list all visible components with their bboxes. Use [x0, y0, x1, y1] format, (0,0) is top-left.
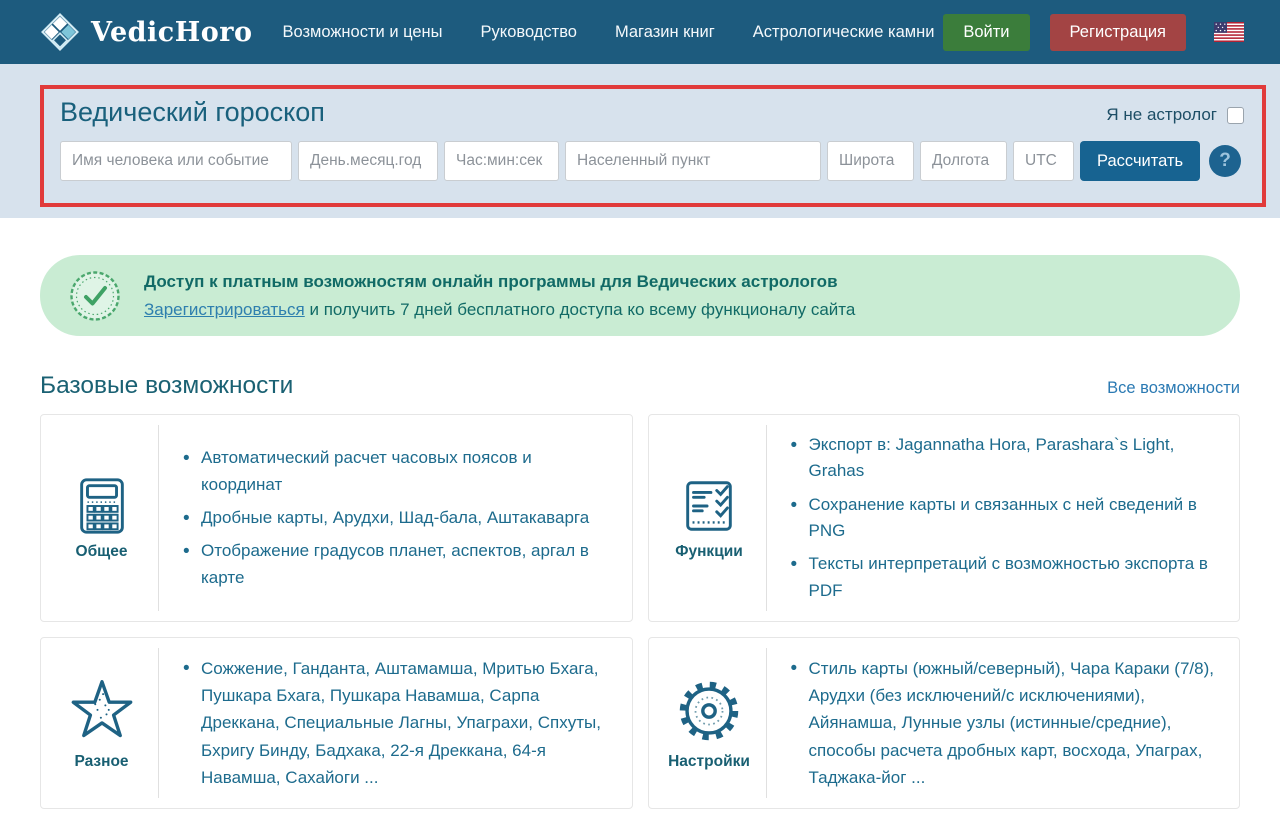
- red-highlight-annotation: Ведический гороскоп Я не астролог Рассчи…: [40, 85, 1266, 207]
- card-general-label: Общее: [76, 543, 128, 561]
- page-title: Ведический гороскоп: [60, 97, 1246, 128]
- feature-item: Отображение градусов планет, аспектов, а…: [181, 538, 614, 591]
- not-astrologer-row: Я не астролог: [1106, 105, 1244, 125]
- register-button[interactable]: Регистрация: [1050, 14, 1186, 51]
- not-astrologer-label: Я не астролог: [1106, 105, 1217, 125]
- nav-astro-stones[interactable]: Астрологические камни: [753, 23, 935, 42]
- not-astrologer-checkbox[interactable]: [1227, 107, 1244, 124]
- utc-input[interactable]: [1013, 141, 1074, 181]
- horoscope-form: Рассчитать ?: [60, 141, 1246, 181]
- verified-badge-icon: [68, 269, 122, 323]
- longitude-input[interactable]: [920, 141, 1007, 181]
- diamond-logo-icon: [40, 12, 80, 52]
- time-input[interactable]: [444, 141, 559, 181]
- name-input[interactable]: [60, 141, 292, 181]
- promo-text: Доступ к платным возможностям онлайн про…: [144, 268, 855, 322]
- basic-features-header: Базовые возможности Все возможности: [40, 372, 1240, 400]
- latitude-input[interactable]: [827, 141, 914, 181]
- card-settings: Настройки Стиль карты (южный/северный), …: [648, 637, 1241, 809]
- feature-item: Дробные карты, Арудхи, Шад-бала, Аштакав…: [181, 505, 614, 531]
- card-general-bullets: Автоматический расчет часовых поясов и к…: [181, 438, 614, 598]
- card-settings-label: Настройки: [668, 753, 750, 771]
- card-settings-icon-col: Настройки: [663, 648, 767, 798]
- date-input[interactable]: [298, 141, 438, 181]
- nav-guide[interactable]: Руководство: [481, 23, 577, 42]
- feature-item: Стиль карты (южный/северный), Чара Карак…: [789, 655, 1222, 791]
- all-features-link[interactable]: Все возможности: [1107, 379, 1240, 398]
- promo-line2-rest: и получить 7 дней бесплатного доступа ко…: [305, 300, 856, 319]
- star-icon: [66, 675, 138, 747]
- card-functions-label: Функции: [675, 543, 743, 561]
- feature-item: Автоматический расчет часовых поясов и к…: [181, 445, 614, 498]
- promo-line2: Зарегистрироваться и получить 7 дней бес…: [144, 296, 855, 323]
- site-logo[interactable]: VedicHoro: [40, 12, 252, 52]
- calculator-icon: [71, 475, 133, 537]
- nav-bookstore[interactable]: Магазин книг: [615, 23, 715, 42]
- card-functions-icon-col: Функции: [663, 425, 767, 611]
- top-navbar: VedicHoro Возможности и цены Руководство…: [0, 0, 1280, 64]
- horoscope-hero: Ведический гороскоп Я не астролог Рассчи…: [0, 64, 1280, 218]
- page-content: Доступ к платным возможностям онлайн про…: [0, 255, 1280, 838]
- card-general-icon-col: Общее: [55, 425, 159, 611]
- calculate-button[interactable]: Рассчитать: [1080, 141, 1200, 181]
- place-input[interactable]: [565, 141, 821, 181]
- register-trial-link[interactable]: Зарегистрироваться: [144, 300, 305, 319]
- promo-line1: Доступ к платным возможностям онлайн про…: [144, 268, 855, 295]
- card-settings-bullets: Стиль карты (южный/северный), Чара Карак…: [789, 648, 1222, 798]
- card-functions: Функции Экспорт в: Jagannatha Hora, Para…: [648, 414, 1241, 622]
- feature-item: Тексты интерпретаций с возможностью эксп…: [789, 551, 1222, 604]
- card-misc: Разное Сожжение, Ганданта, Аштамамша, Мр…: [40, 637, 633, 809]
- card-general: Общее Автоматический расчет часовых пояс…: [40, 414, 633, 622]
- card-misc-bullets: Сожжение, Ганданта, Аштамамша, Мритью Бх…: [181, 648, 614, 798]
- card-misc-label: Разное: [74, 753, 128, 771]
- feature-item: Экспорт в: Jagannatha Hora, Parashara`s …: [789, 432, 1222, 485]
- help-question-button[interactable]: ?: [1209, 145, 1241, 177]
- us-flag-language-icon[interactable]: [1214, 22, 1244, 42]
- card-misc-icon-col: Разное: [55, 648, 159, 798]
- checklist-icon: [678, 475, 740, 537]
- gear-icon: [673, 675, 745, 747]
- nav-features-prices[interactable]: Возможности и цены: [282, 23, 442, 42]
- brand-name: VedicHoro: [91, 17, 252, 48]
- basic-features-title: Базовые возможности: [40, 372, 293, 400]
- basic-features-cards: Общее Автоматический расчет часовых пояс…: [40, 414, 1240, 809]
- navbar-actions: Войти Регистрация: [943, 14, 1244, 51]
- login-button[interactable]: Войти: [943, 14, 1029, 51]
- main-nav: Возможности и цены Руководство Магазин к…: [282, 23, 934, 42]
- trial-promo-banner: Доступ к платным возможностям онлайн про…: [40, 255, 1240, 336]
- feature-item: Сохранение карты и связанных с ней сведе…: [789, 492, 1222, 545]
- card-functions-bullets: Экспорт в: Jagannatha Hora, Parashara`s …: [789, 425, 1222, 611]
- feature-item: Сожжение, Ганданта, Аштамамша, Мритью Бх…: [181, 655, 614, 791]
